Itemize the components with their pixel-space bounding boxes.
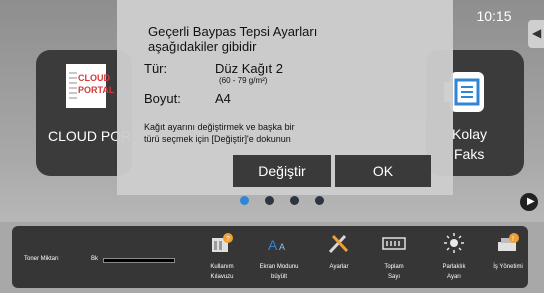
toner-bk-label: Bk	[91, 256, 99, 262]
page-dot[interactable]	[290, 196, 299, 205]
nav-label: Toplam Sayı	[384, 264, 404, 280]
counter-icon	[382, 237, 406, 250]
size-value: A4	[215, 91, 231, 106]
nav-brightness[interactable]: Parlaklık Ayarı	[426, 228, 482, 286]
page-dot[interactable]	[315, 196, 324, 205]
chevron-left-icon: ◀	[532, 26, 542, 40]
dialog-message: Geçerli Baypas Tepsi Ayarları aşağıdakil…	[148, 24, 318, 54]
page-dot[interactable]	[240, 196, 249, 205]
cloud-logo-line1: CLOUD	[78, 73, 110, 83]
side-panel-handle[interactable]: ◀	[528, 20, 544, 48]
svg-text:A: A	[268, 237, 278, 253]
nav-label: Ekran Modunu büyült	[259, 264, 299, 280]
ok-button[interactable]: OK	[335, 155, 431, 187]
next-page-button[interactable]: ▶	[520, 193, 538, 211]
bypass-tray-dialog: Geçerli Baypas Tepsi Ayarları aşağıdakil…	[117, 0, 453, 195]
change-button[interactable]: Değiştir	[233, 155, 331, 187]
nav-enlarge-display[interactable]: A A Ekran Modunu büyült	[251, 228, 307, 286]
tools-icon	[328, 234, 349, 254]
nav-user-guide[interactable]: ? Kullanım Kılavuzu	[194, 228, 250, 286]
nav-settings[interactable]: Ayarlar	[311, 228, 367, 286]
play-right-icon: ▶	[527, 196, 535, 207]
cloud-portal-icon: CLOUD PORTAL	[66, 64, 114, 108]
tile-label-line1: Kolay	[452, 126, 488, 142]
tile-label-line2: Faks	[454, 146, 485, 162]
clock: 10:15	[476, 8, 512, 24]
fax-icon	[444, 72, 484, 112]
svg-text:?: ?	[226, 236, 230, 243]
book-icon: ?	[212, 233, 233, 252]
nav-job-status[interactable]: ! İş Yönetimi	[480, 228, 536, 286]
toner-label: Toner Miktarı	[24, 256, 59, 262]
nav-label: İş Yönetimi	[493, 264, 523, 270]
brightness-icon	[444, 233, 464, 253]
svg-text:A: A	[279, 242, 285, 252]
nav-total-count[interactable]: Toplam Sayı	[366, 228, 422, 286]
page-dot[interactable]	[265, 196, 274, 205]
dialog-info: Kağıt ayarını değiştirmek ve başka bir t…	[144, 122, 295, 144]
nav-label: Parlaklık Ayarı	[442, 264, 466, 280]
fax-icon-glyph	[454, 78, 480, 106]
cloud-portal-lines	[69, 72, 77, 102]
toner-level-bar	[103, 258, 175, 263]
paper-weight: (60 - 79 g/m²)	[219, 76, 268, 85]
nav-label: Kullanım Kılavuzu	[210, 264, 234, 280]
screen: 10:15 ◀ CLOUD PORTAL CLOUD POR Kolay Fak…	[0, 0, 544, 293]
job-status-icon: !	[498, 233, 519, 251]
type-value: Düz Kağıt 2	[215, 61, 283, 76]
type-label: Tür:	[144, 61, 168, 76]
size-label: Boyut:	[144, 91, 181, 106]
svg-text:!: !	[512, 236, 514, 243]
text-size-icon: A A	[268, 237, 285, 253]
cloud-logo-line2: PORTAL	[78, 85, 115, 95]
page-indicator	[240, 196, 330, 206]
nav-label: Ayarlar	[329, 264, 349, 270]
